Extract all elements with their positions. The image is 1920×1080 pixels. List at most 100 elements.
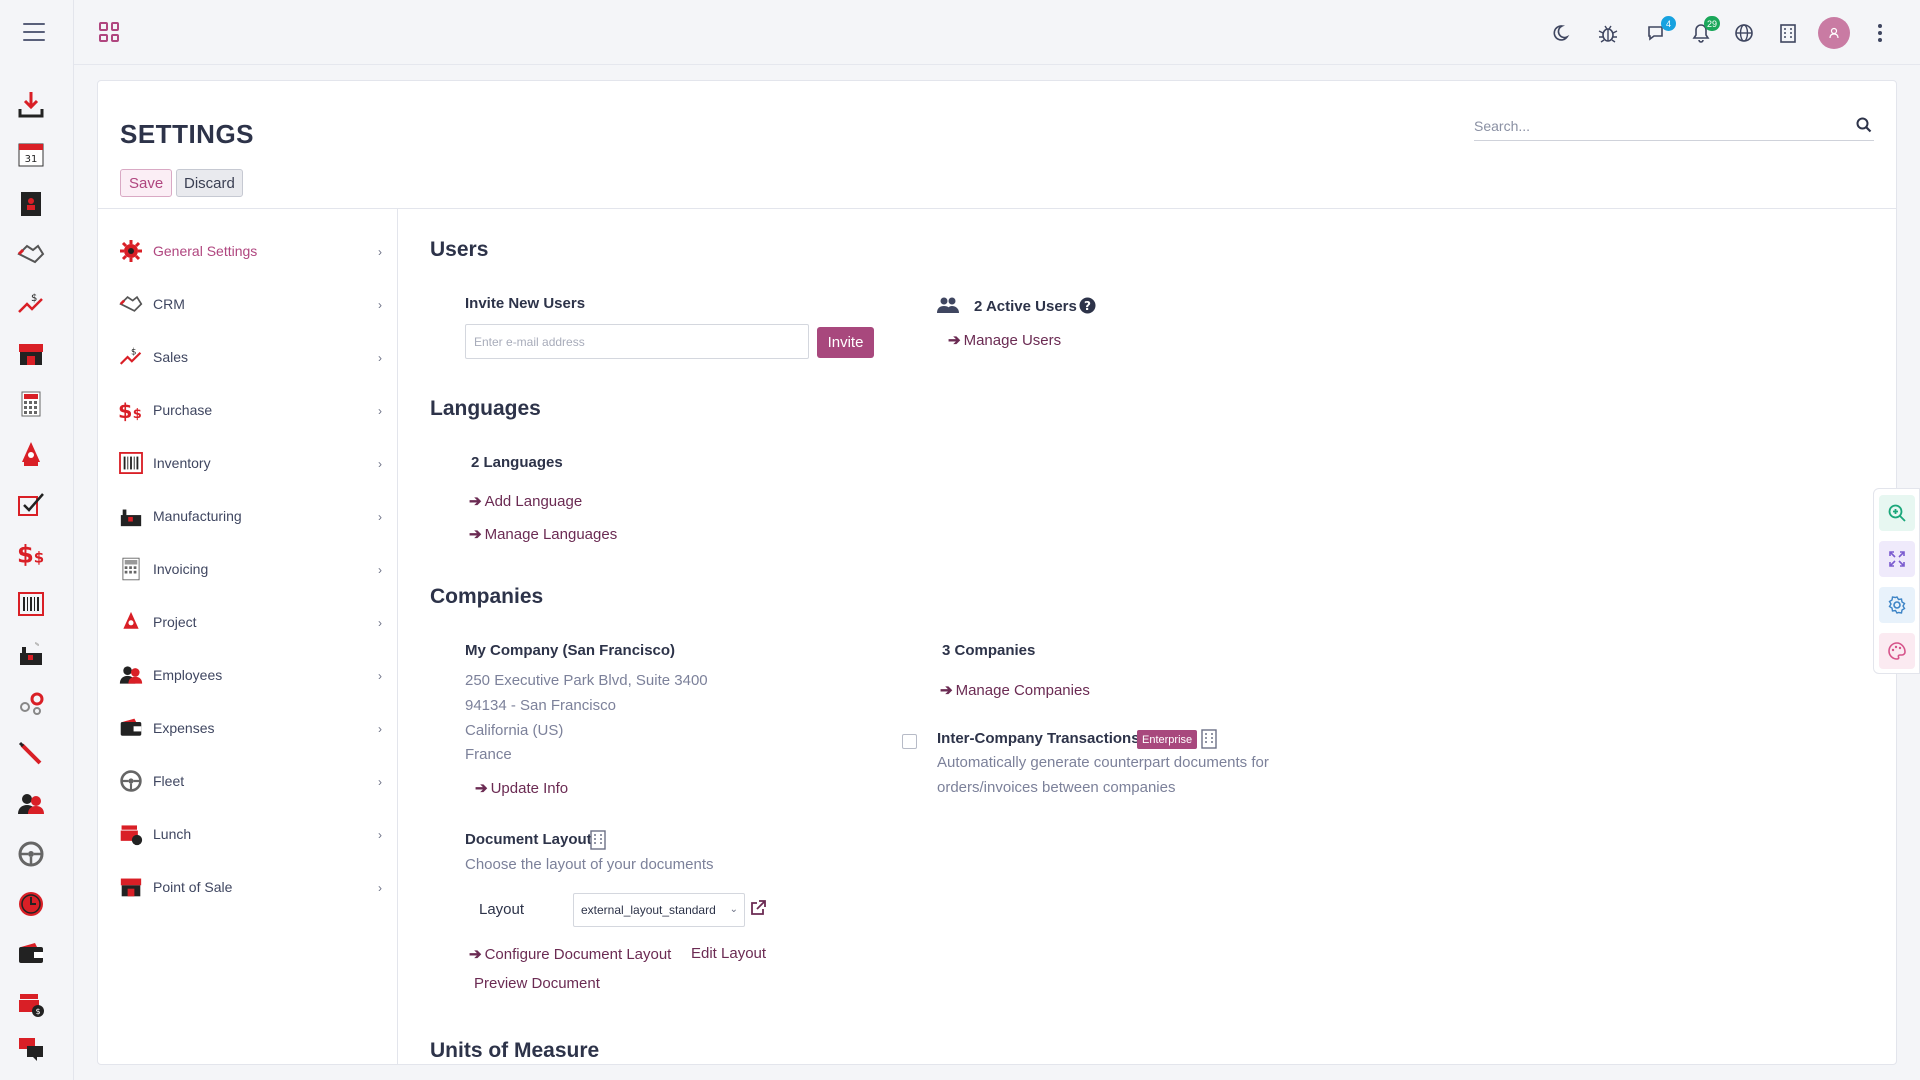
wallet-icon (118, 715, 144, 741)
manufacturing-app-icon[interactable] (17, 640, 45, 668)
calculator-icon (118, 556, 144, 582)
document-layout-description: Choose the layout of your documents (465, 856, 714, 873)
gear-icon (118, 238, 144, 264)
bug-icon[interactable] (1595, 20, 1621, 46)
avatar[interactable] (1818, 17, 1850, 49)
arrow-right-icon: ➔ (469, 526, 482, 543)
svg-text:$: $ (35, 1007, 40, 1016)
arrow-right-icon: ➔ (940, 682, 953, 699)
svg-text:?: ? (1084, 299, 1091, 313)
barcode-icon (118, 450, 144, 476)
todo-app-icon[interactable] (17, 490, 45, 518)
chevron-right-icon: › (378, 775, 382, 789)
multi-company-icon (1201, 729, 1217, 754)
sidebar-item-expenses[interactable]: Expenses › (118, 713, 382, 743)
calendar-app-icon[interactable]: 31 (17, 140, 45, 168)
barcode-app-icon[interactable] (17, 590, 45, 618)
configure-document-layout-link[interactable]: ➔ Configure Document Layout (469, 945, 671, 964)
manage-users-link[interactable]: ➔ Manage Users (948, 331, 1061, 350)
preview-document-link[interactable]: Preview Document (474, 975, 600, 992)
enterprise-badge: Enterprise (1137, 730, 1198, 749)
knowledge-app-icon[interactable] (17, 740, 45, 768)
manage-companies-link[interactable]: ➔ Manage Companies (940, 681, 1090, 700)
right-tool-dock (1873, 488, 1920, 674)
store-app-icon[interactable] (17, 340, 45, 368)
factory-icon (118, 503, 144, 529)
help-icon[interactable]: ? (1079, 297, 1096, 319)
fleet-app-icon[interactable] (17, 840, 45, 868)
building-icon[interactable] (1775, 20, 1801, 46)
people-icon (118, 662, 144, 688)
active-users-count: 2 Active Users (974, 298, 1077, 315)
search-icon[interactable] (1856, 117, 1872, 138)
sidebar-item-project[interactable]: Project › (118, 607, 382, 637)
sidebar-item-general-settings[interactable]: General Settings › (118, 236, 382, 266)
svg-text:$: $ (133, 407, 142, 422)
lunchbox-icon (118, 821, 144, 847)
settings-card: SETTINGS Save Discard Search... General … (97, 80, 1897, 1065)
sidebar-item-lunch[interactable]: Lunch › (118, 819, 382, 849)
discuss-app-icon[interactable] (17, 1035, 45, 1063)
timesheet-app-icon[interactable] (17, 890, 45, 918)
discard-button[interactable]: Discard (176, 169, 243, 197)
moon-icon[interactable] (1547, 20, 1573, 46)
bell-icon[interactable]: 29 (1688, 16, 1720, 46)
chevron-right-icon: › (378, 245, 382, 259)
chat-icon[interactable]: 4 (1644, 16, 1676, 46)
chevron-right-icon: › (378, 563, 382, 577)
store-icon (118, 874, 144, 900)
hamburger-menu-icon[interactable] (23, 23, 45, 41)
sidebar-item-inventory[interactable]: Inventory › (118, 448, 382, 478)
sidebar-item-crm[interactable]: CRM › (118, 289, 382, 319)
sidebar-item-label: Lunch (153, 826, 192, 842)
settings-app-icon[interactable] (17, 690, 45, 718)
sidebar-item-sales[interactable]: $ Sales › (118, 342, 382, 372)
add-language-link[interactable]: ➔ Add Language (469, 492, 582, 511)
invite-button[interactable]: Invite (817, 327, 874, 358)
zoom-in-icon[interactable] (1879, 495, 1915, 531)
arrow-right-icon: ➔ (469, 493, 482, 510)
contacts-app-icon[interactable] (17, 190, 45, 218)
employees-app-icon[interactable] (17, 790, 45, 818)
sidebar-item-manufacturing[interactable]: Manufacturing › (118, 501, 382, 531)
sales-app-icon[interactable]: $ (17, 290, 45, 318)
lunch-app-icon[interactable]: $ (17, 990, 45, 1018)
email-field[interactable]: Enter e-mail address (465, 324, 809, 359)
update-info-link[interactable]: ➔ Update Info (475, 779, 568, 798)
save-button[interactable]: Save (120, 169, 173, 197)
svg-text:$: $ (131, 347, 136, 357)
chevron-right-icon: › (378, 881, 382, 895)
calculator-app-icon[interactable] (17, 390, 45, 418)
sidebar-item-label: Purchase (153, 402, 213, 418)
sidebar-item-invoicing[interactable]: Invoicing › (118, 554, 382, 584)
wallet-app-icon[interactable] (17, 940, 45, 968)
sidebar-item-point-of-sale[interactable]: Point of Sale › (118, 872, 382, 902)
page-title: SETTINGS (120, 119, 255, 149)
external-link-icon[interactable] (750, 900, 766, 921)
fullscreen-icon[interactable] (1879, 541, 1915, 577)
intercompany-description: Automatically generate counterpart docum… (937, 754, 1269, 771)
globe-icon[interactable] (1731, 20, 1757, 46)
intercompany-checkbox[interactable] (902, 734, 917, 749)
company-address-line: 94134 - San Francisco (465, 697, 616, 714)
gear-icon[interactable] (1879, 587, 1915, 623)
project-app-icon[interactable] (17, 440, 45, 468)
sidebar-item-employees[interactable]: Employees › (118, 660, 382, 690)
layout-select[interactable]: external_layout_standard ⌄ (573, 893, 745, 927)
sidebar-item-purchase[interactable]: $ $ Purchase › (118, 395, 382, 425)
palette-icon[interactable] (1879, 633, 1915, 669)
edit-layout-link[interactable]: Edit Layout (691, 945, 766, 962)
manage-languages-link[interactable]: ➔ Manage Languages (469, 525, 617, 544)
layout-select-value: external_layout_standard (581, 903, 716, 917)
intercompany-description: orders/invoices between companies (937, 779, 1176, 796)
apps-grid-icon[interactable] (99, 22, 119, 42)
kebab-menu-icon[interactable] (1867, 20, 1893, 46)
arrow-right-icon: ➔ (475, 780, 488, 797)
handshake-app-icon[interactable] (17, 240, 45, 268)
accounting-app-icon[interactable]: $ $ (17, 540, 45, 568)
search-input[interactable]: Search... (1474, 111, 1874, 141)
sidebar-item-fleet[interactable]: Fleet › (118, 766, 382, 796)
sidebar-item-label: Employees (153, 667, 223, 683)
download-app-icon[interactable] (17, 90, 45, 118)
languages-count: 2 Languages (471, 454, 563, 471)
